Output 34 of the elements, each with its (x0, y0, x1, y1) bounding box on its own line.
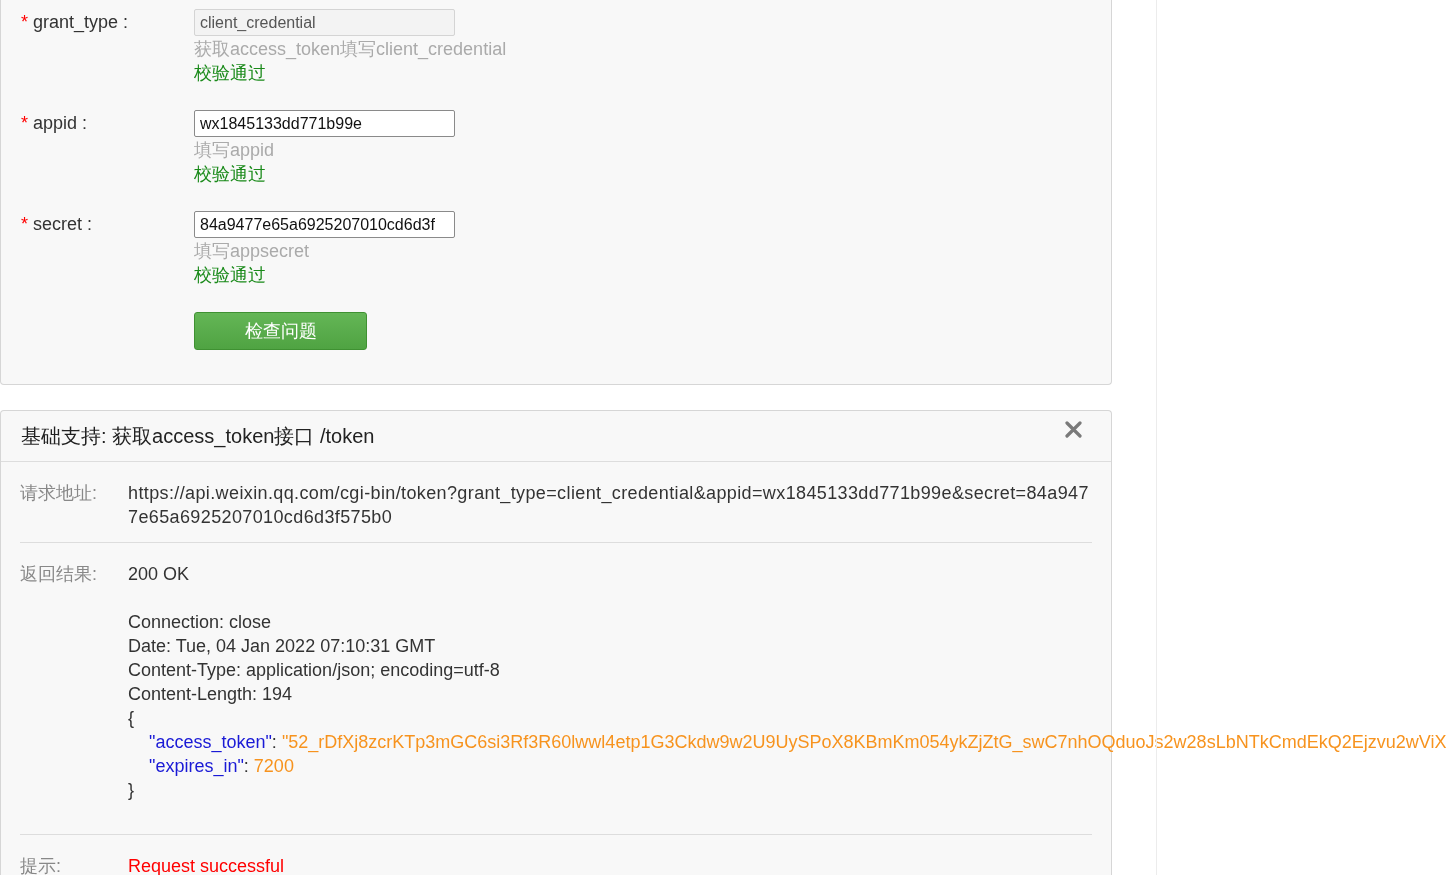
json-value: 7200 (253, 755, 294, 778)
field-label: secret : (33, 213, 93, 236)
json-key: "access_token" (149, 730, 272, 754)
response-header-line: Content-Length: 194 (128, 683, 293, 706)
json-colon: : (271, 731, 277, 754)
status-line: 200 OK (128, 563, 190, 586)
close-icon[interactable] (1065, 421, 1082, 438)
required-mark: * (21, 11, 28, 34)
required-mark: * (21, 213, 28, 236)
field-label: grant_type : (33, 11, 129, 35)
json-value: "52_rDfXj8zcrKTp3mGC6si3Rf3R60lwwl4etp1G3Ckdw9w2U9UySPoX8KBmKm054ykZjZtG_swC7nhOQduoJs2w28sLbNTkCmdEkQ2Ejzvu2wViX (281, 731, 1447, 754)
field-hint: 填写appsecret (194, 240, 310, 263)
row-label: 返回结果: (20, 563, 98, 586)
required-mark: * (21, 112, 28, 135)
row-label: 请求地址: (20, 482, 98, 505)
json-brace: } (128, 779, 134, 802)
panel-title: 基础支持: 获取access_token接口 /token (21, 424, 375, 450)
validation-message: 校验通过 (194, 163, 266, 186)
field-hint: 获取access_token填写client_credential (194, 38, 507, 61)
response-header-line: Content-Type: application/json; encoding=utf-8 (128, 659, 500, 682)
json-brace: { (128, 707, 134, 730)
field-hint: 填写appid (194, 139, 275, 162)
validation-message: 校验通过 (194, 264, 266, 287)
response-header-line: Connection: close (128, 611, 272, 634)
field-label: appid : (33, 112, 88, 135)
response-header-line: Date: Tue, 04 Jan 2022 07:10:31 GMT (128, 635, 436, 658)
text-input[interactable]: 84a9477e65a6925207010cd6d3f (194, 211, 455, 238)
json-key: "expires_in" (149, 754, 244, 778)
json-colon: : (243, 755, 249, 778)
tip-message: Request successful (128, 855, 285, 875)
text-input[interactable]: wx1845133dd771b99e (194, 110, 455, 137)
validation-message: 校验通过 (194, 62, 266, 85)
row-label: 提示: (20, 855, 62, 875)
request-url: https://api.weixin.qq.com/cgi-bin/token?grant_type=client_credential&appid=wx1845133dd771b99e&secret=84a9477e65a6925207010cd6d3f575b0 (128, 482, 1090, 529)
